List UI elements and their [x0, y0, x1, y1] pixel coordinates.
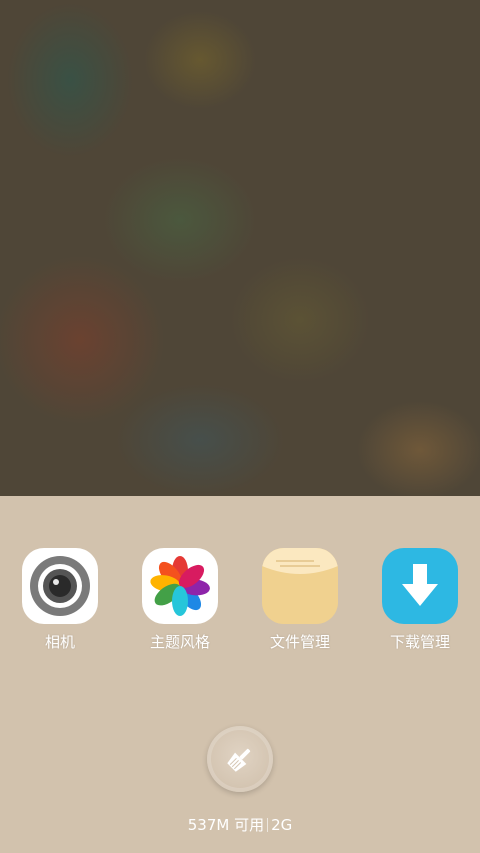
- app-label: 相机: [44, 633, 75, 651]
- separator: [267, 818, 269, 832]
- app-camera[interactable]: 相机: [0, 548, 120, 658]
- download-arrow-icon: [382, 548, 458, 624]
- app-file-manager[interactable]: 文件管理: [240, 548, 360, 658]
- memory-available: 537M 可用: [187, 816, 265, 834]
- app-download-manager[interactable]: 下载管理: [360, 548, 480, 658]
- blurred-app-preview: [0, 0, 480, 496]
- camera-icon: [22, 548, 98, 624]
- app-label: 文件管理: [269, 633, 330, 651]
- folder-icon: [262, 548, 338, 624]
- app-label: 下载管理: [389, 633, 450, 651]
- memory-status: 537M 可用 2G: [0, 815, 480, 835]
- broom-icon: [227, 748, 251, 772]
- theme-pinwheel-icon: [142, 548, 218, 624]
- clear-memory-button[interactable]: [207, 726, 273, 792]
- app-theme[interactable]: 主题风格: [120, 548, 240, 658]
- memory-total: 2G: [271, 816, 293, 834]
- app-label: 主题风格: [149, 633, 210, 651]
